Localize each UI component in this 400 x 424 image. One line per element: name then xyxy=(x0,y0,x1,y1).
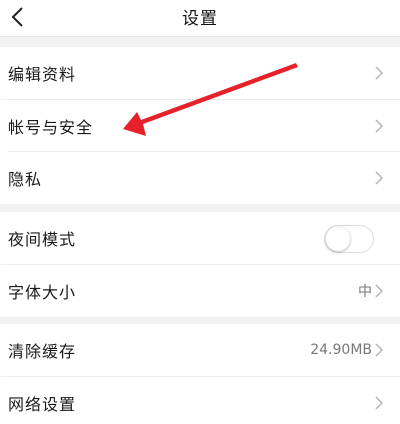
row-label: 夜间模式 xyxy=(8,230,77,249)
row-label: 网络设置 xyxy=(8,395,77,414)
chevron-right-icon xyxy=(375,119,384,133)
chevron-right-icon xyxy=(375,66,384,80)
chevron-right-icon xyxy=(375,343,384,357)
settings-row-privacy[interactable]: 隐私 xyxy=(0,152,400,204)
font-size-value: 中 xyxy=(358,284,372,300)
chevron-right-icon xyxy=(375,284,384,298)
settings-row-night-mode: 夜间模式 xyxy=(0,212,400,264)
chevron-right-icon xyxy=(375,396,384,410)
settings-row-clear-cache[interactable]: 清除缓存 24.90MB xyxy=(0,324,400,376)
toggle-knob xyxy=(326,227,350,251)
row-label: 编辑资料 xyxy=(8,65,77,84)
settings-row-account-security[interactable]: 帐号与安全 xyxy=(0,100,400,152)
page-title: 设置 xyxy=(182,9,218,29)
cache-size-value: 24.90MB xyxy=(310,342,372,358)
row-label: 字体大小 xyxy=(8,283,77,302)
row-label: 清除缓存 xyxy=(8,342,77,361)
chevron-right-icon xyxy=(375,171,384,185)
night-mode-toggle[interactable] xyxy=(324,225,374,253)
settings-row-edit-profile[interactable]: 编辑资料 xyxy=(0,47,400,99)
header-divider xyxy=(0,36,400,37)
settings-row-font-size[interactable]: 字体大小 中 xyxy=(0,265,400,317)
header-bar: 设置 xyxy=(0,0,400,36)
row-label: 帐号与安全 xyxy=(8,118,94,137)
row-label: 隐私 xyxy=(8,170,43,189)
settings-row-network[interactable]: 网络设置 xyxy=(0,377,400,424)
